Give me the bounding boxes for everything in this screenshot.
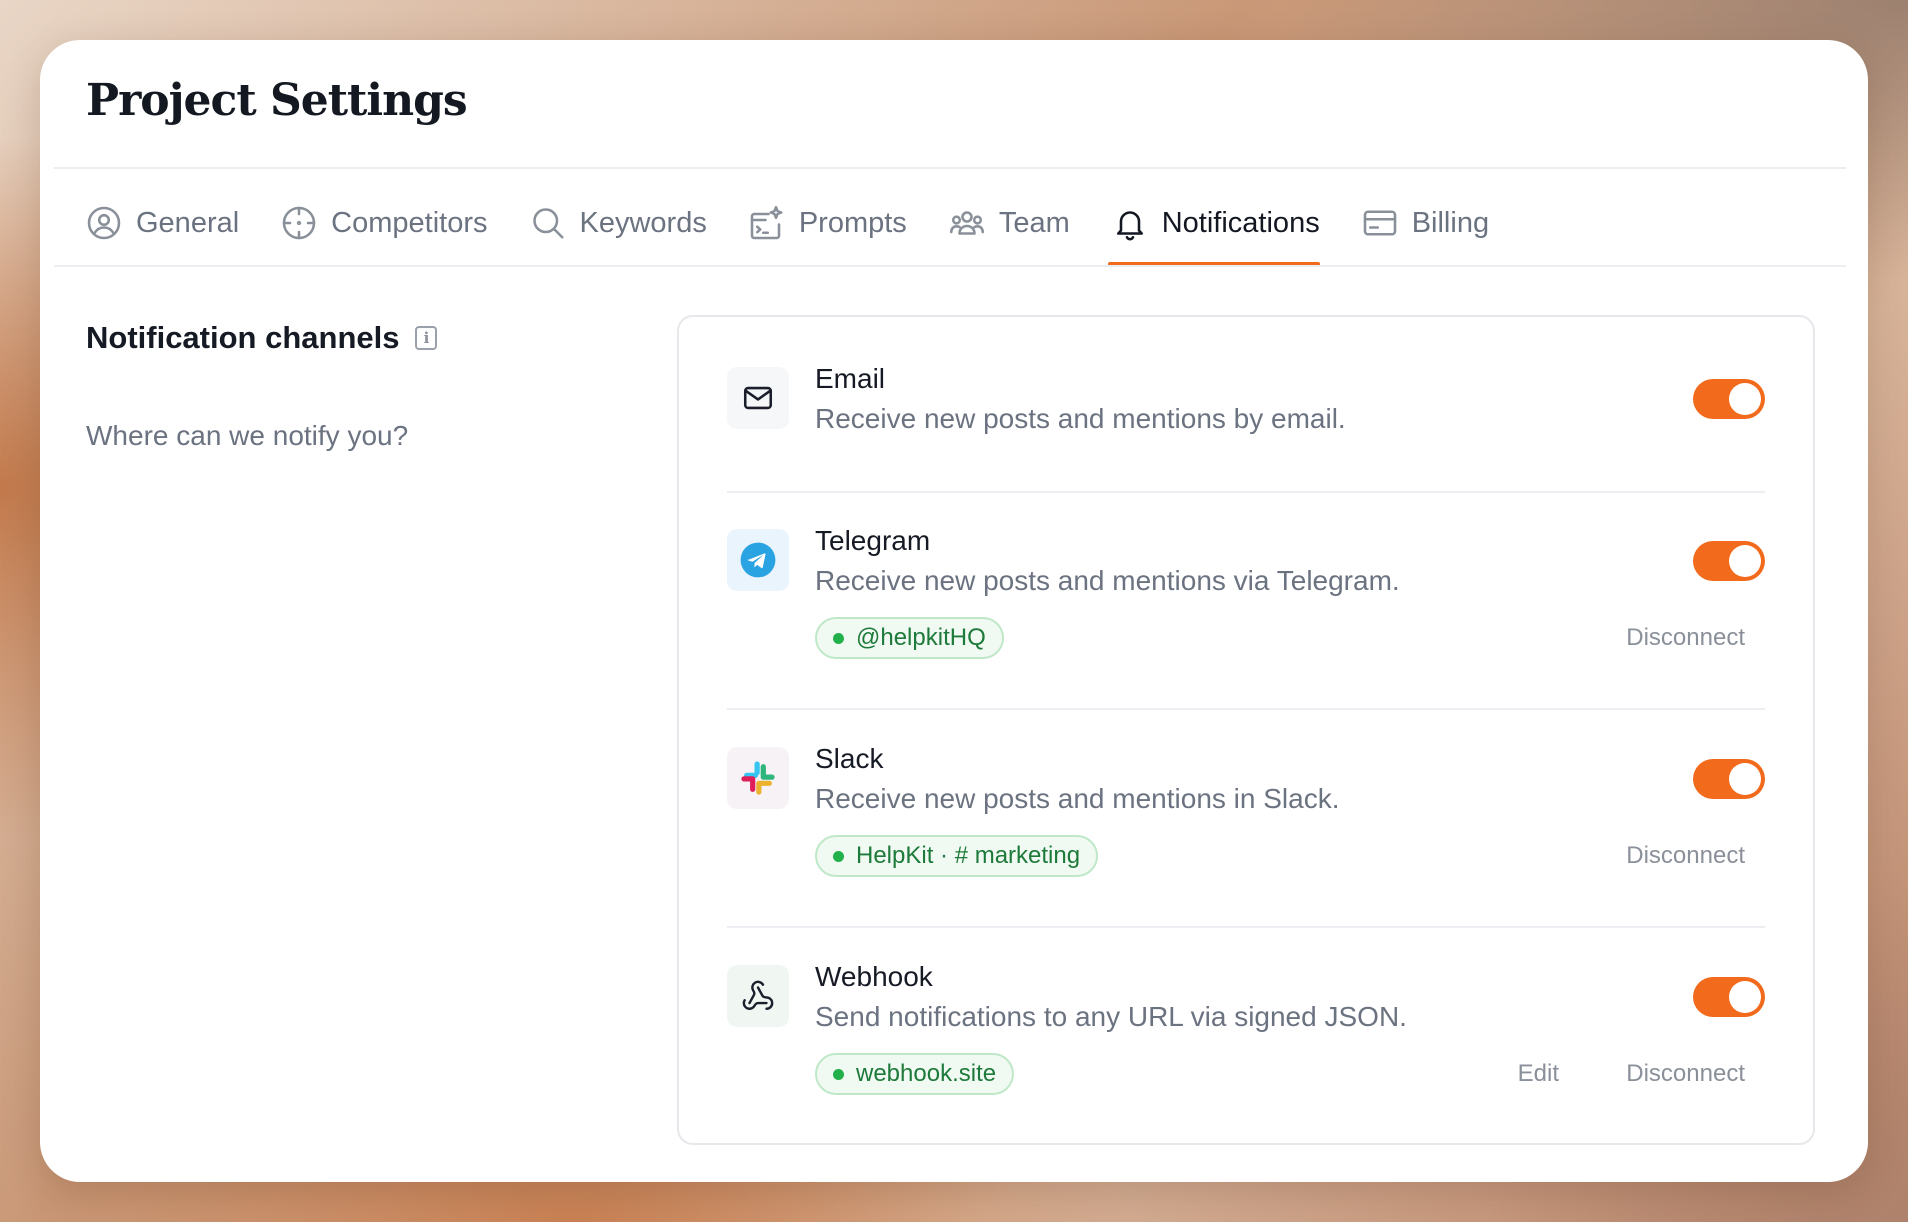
connection-badge: HelpKit · # marketing: [815, 835, 1099, 877]
edit-button[interactable]: Edit: [1518, 1060, 1559, 1088]
connection-label: @helpkitHQ: [856, 624, 986, 651]
users-icon: [949, 211, 984, 235]
status-dot: [833, 1068, 844, 1080]
tab-prompts[interactable]: Prompts: [749, 197, 907, 249]
toggle-knob: [1729, 545, 1761, 577]
page-title: Project Settings: [86, 75, 468, 126]
email-toggle[interactable]: [1693, 379, 1765, 419]
section-title-text: Notification channels: [86, 320, 400, 355]
channel-row-telegram: Telegram Receive new posts and mentions …: [727, 493, 1765, 710]
section-title: Notification channels i: [86, 320, 438, 356]
search-icon: [532, 208, 564, 239]
tab-label: General: [136, 206, 240, 239]
tab-keywords[interactable]: Keywords: [530, 197, 707, 249]
tab-label: Billing: [1411, 206, 1490, 239]
slack-icon: [741, 761, 775, 795]
tab-billing[interactable]: Billing: [1362, 197, 1489, 249]
disconnect-button[interactable]: Disconnect: [1626, 1060, 1745, 1088]
channel-description: Receive new posts and mentions by email.: [815, 403, 1346, 434]
channel-icon-box: [727, 367, 789, 429]
tab-notifications[interactable]: Notifications: [1107, 197, 1320, 266]
status-dot: [833, 850, 844, 862]
tab-label: Competitors: [331, 206, 488, 239]
connection-label: webhook.site: [856, 1060, 997, 1087]
channel-name: Email: [815, 363, 886, 394]
channel-icon-box: [727, 965, 789, 1027]
tab-label: Team: [998, 206, 1070, 239]
tab-label: Keywords: [579, 206, 707, 239]
channel-icon-box: [727, 747, 789, 809]
user-circle-icon: [87, 206, 121, 240]
channel-row-slack: Slack Receive new posts and mentions in …: [727, 710, 1765, 928]
status-dot: [833, 632, 844, 644]
tab-general[interactable]: General: [86, 197, 239, 249]
toggle-knob: [1729, 981, 1761, 1013]
telegram-toggle[interactable]: [1693, 541, 1765, 581]
connection-badge: @helpkitHQ: [815, 617, 1004, 659]
channel-name: Webhook: [815, 961, 933, 992]
tab-bar: General Competitors Keywords Prompts Tea…: [86, 197, 1489, 267]
channels-card: Email Receive new posts and mentions by …: [677, 315, 1815, 1145]
webhook-icon: [742, 980, 774, 1010]
section-subtitle: Where can we notify you?: [86, 420, 409, 451]
disconnect-button[interactable]: Disconnect: [1626, 842, 1745, 870]
channel-description: Receive new posts and mentions via Teleg…: [815, 565, 1400, 596]
channel-name: Slack: [815, 743, 884, 774]
channel-row-email: Email Receive new posts and mentions by …: [727, 363, 1765, 493]
info-icon[interactable]: i: [415, 326, 438, 350]
tab-label: Prompts: [798, 206, 907, 239]
tab-label: Notifications: [1161, 206, 1320, 239]
crosshair-icon: [282, 206, 316, 240]
channel-row-webhook: Webhook Send notifications to any URL vi…: [727, 928, 1765, 1118]
header-divider: [54, 167, 1846, 169]
slack-toggle[interactable]: [1693, 759, 1765, 799]
terminal-sparkle-icon: [750, 205, 783, 240]
telegram-icon: [740, 542, 776, 578]
tabs-divider: [54, 265, 1846, 267]
webhook-toggle[interactable]: [1693, 977, 1765, 1017]
bell-icon: [1116, 211, 1143, 241]
tab-team[interactable]: Team: [949, 197, 1070, 249]
channel-icon-box: [727, 529, 789, 591]
channel-name: Telegram: [815, 525, 931, 556]
settings-window: Project Settings General Competitors Key…: [40, 40, 1868, 1182]
channel-description: Send notifications to any URL via signed…: [815, 1001, 1407, 1032]
mail-icon: [743, 386, 773, 410]
connection-label: HelpKit · # marketing: [856, 842, 1081, 869]
toggle-knob: [1729, 383, 1761, 415]
connection-badge: webhook.site: [815, 1053, 1015, 1095]
tab-competitors[interactable]: Competitors: [281, 197, 488, 249]
toggle-knob: [1729, 763, 1761, 795]
credit-card-icon: [1363, 210, 1396, 236]
disconnect-button[interactable]: Disconnect: [1626, 624, 1745, 652]
channel-description: Receive new posts and mentions in Slack.: [815, 783, 1340, 814]
